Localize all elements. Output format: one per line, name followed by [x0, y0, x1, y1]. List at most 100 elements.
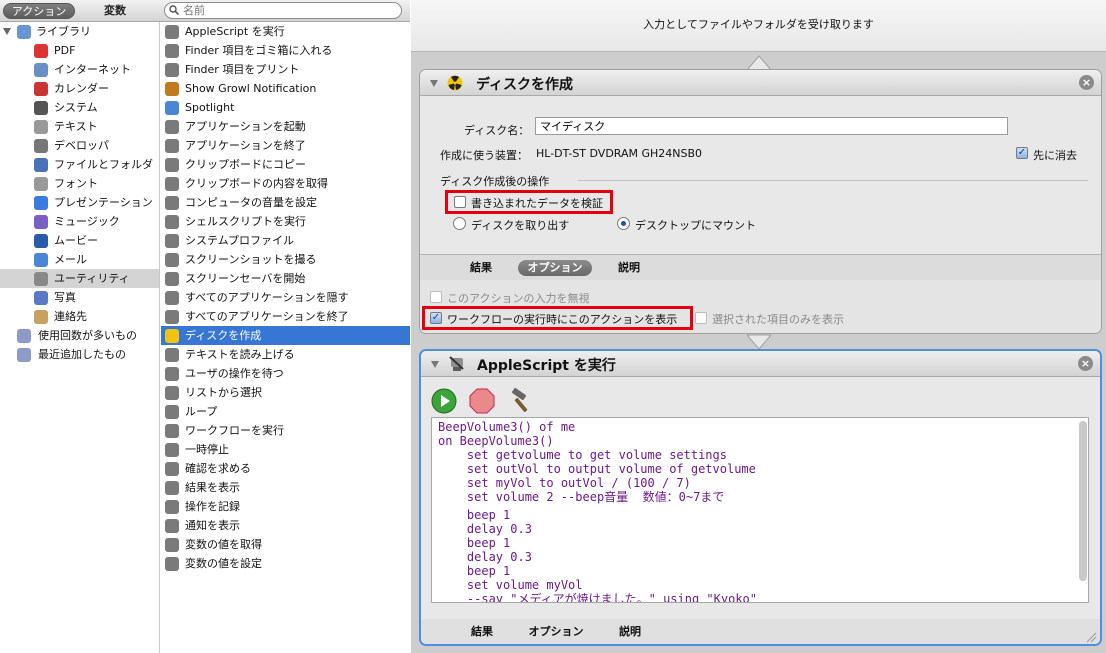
device-label: 作成に使う装置： — [440, 149, 528, 162]
search-input[interactable] — [183, 4, 397, 17]
eject-radio[interactable] — [453, 217, 466, 230]
action-item[interactable]: コンピュータの音量を設定 — [161, 193, 410, 212]
tab-options[interactable]: オプション — [519, 624, 593, 640]
calendar-icon — [34, 82, 48, 96]
action-item[interactable]: すべてのアプリケーションを終了 — [161, 307, 410, 326]
action-item[interactable]: ループ — [161, 402, 410, 421]
library-item-files-folders[interactable]: ファイルとフォルダ — [0, 155, 159, 174]
library-item-pdf[interactable]: PDF — [0, 41, 159, 60]
mail-icon — [34, 253, 48, 267]
action-item[interactable]: アプリケーションを起動 — [161, 117, 410, 136]
ignore-input-checkbox[interactable] — [430, 291, 442, 303]
action-icon — [165, 177, 179, 191]
pdf-icon — [34, 44, 48, 58]
action-header[interactable]: AppleScript を実行 × — [421, 351, 1100, 377]
close-icon[interactable]: × — [1079, 75, 1094, 90]
search-field[interactable] — [164, 2, 402, 19]
mount-radio[interactable] — [617, 217, 630, 230]
library-item-presentations[interactable]: プレゼンテーション — [0, 193, 159, 212]
action-item[interactable]: 結果を表示 — [161, 478, 410, 497]
script-editor[interactable]: BeepVolume3() of me on BeepVolume3() set … — [431, 417, 1089, 603]
show-when-run-checkbox[interactable]: ✓ — [430, 312, 442, 324]
action-item[interactable]: Finder 項目をプリント — [161, 60, 410, 79]
action-item[interactable]: ディスクを作成 — [161, 326, 410, 345]
action-icon — [165, 462, 179, 476]
tab-options[interactable]: オプション — [518, 260, 592, 276]
radiation-icon — [447, 75, 463, 91]
action-item[interactable]: 操作を記録 — [161, 497, 410, 516]
action-icon — [165, 329, 179, 343]
tab-results[interactable]: 結果 — [466, 260, 496, 276]
action-item[interactable]: 変数の値を設定 — [161, 554, 410, 573]
library-item-photos[interactable]: 写真 — [0, 288, 159, 307]
smart-group-0[interactable]: 使用回数が多いもの — [0, 326, 159, 345]
tab-description[interactable]: 説明 — [615, 624, 645, 640]
library-item-fonts[interactable]: フォント — [0, 174, 159, 193]
library-item-system[interactable]: システム — [0, 98, 159, 117]
action-item[interactable]: スクリーンショットを撮る — [161, 250, 410, 269]
action-item[interactable]: 確認を求める — [161, 459, 410, 478]
action-item[interactable]: アプリケーションを終了 — [161, 136, 410, 155]
action-icon — [165, 272, 179, 286]
library-item-mail[interactable]: メール — [0, 250, 159, 269]
tab-results[interactable]: 結果 — [467, 624, 497, 640]
library-item-developer[interactable]: デベロッパ — [0, 136, 159, 155]
library-item-text[interactable]: テキスト — [0, 117, 159, 136]
action-item[interactable]: システムプロファイル — [161, 231, 410, 250]
action-item[interactable]: シェルスクリプトを実行 — [161, 212, 410, 231]
action-item[interactable]: Spotlight — [161, 98, 410, 117]
action-item[interactable]: クリップボードの内容を取得 — [161, 174, 410, 193]
show-when-run-label: ワークフローの実行時にこのアクションを表示 — [447, 313, 678, 326]
scrollbar[interactable] — [1079, 421, 1087, 581]
action-icon — [165, 82, 179, 96]
library-item-internet[interactable]: インターネット — [0, 60, 159, 79]
action-item[interactable]: Finder 項目をゴミ箱に入れる — [161, 41, 410, 60]
selected-only-checkbox[interactable] — [695, 312, 707, 324]
verify-checkbox[interactable] — [454, 196, 466, 208]
action-icon — [165, 443, 179, 457]
device-select[interactable]: HL-DT-ST DVDRAM GH24NSB0 — [536, 147, 702, 160]
resize-handle-icon[interactable] — [1085, 631, 1097, 643]
tab-variables[interactable]: 変数 — [80, 3, 150, 19]
action-item[interactable]: スクリーンセーバを開始 — [161, 269, 410, 288]
erase-first-checkbox[interactable]: ✓ — [1016, 147, 1028, 159]
action-item[interactable]: 一時停止 — [161, 440, 410, 459]
run-icon[interactable] — [431, 388, 457, 414]
library-item-utilities[interactable]: ユーティリティ — [0, 269, 159, 288]
erase-first-label: 先に消去 — [1033, 149, 1077, 162]
action-item[interactable]: 変数の値を取得 — [161, 535, 410, 554]
collapse-triangle-icon[interactable] — [431, 361, 439, 368]
action-item[interactable]: Show Growl Notification — [161, 79, 410, 98]
compile-hammer-icon[interactable] — [507, 387, 535, 415]
code-line: delay 0.3 — [438, 522, 532, 536]
action-header[interactable]: ディスクを作成 × — [420, 70, 1101, 96]
disclosure-triangle-icon[interactable] — [3, 28, 11, 35]
mount-label: デスクトップにマウント — [635, 219, 756, 232]
action-item[interactable]: ユーザの操作を待つ — [161, 364, 410, 383]
developer-icon — [34, 139, 48, 153]
action-item[interactable]: AppleScript を実行 — [161, 22, 410, 41]
eject-label: ディスクを取り出す — [471, 219, 570, 232]
photos-icon — [34, 291, 48, 305]
stop-icon[interactable] — [469, 388, 495, 414]
close-icon[interactable]: × — [1078, 356, 1093, 371]
disk-name-input[interactable] — [535, 117, 1008, 135]
library-item-contacts[interactable]: 連絡先 — [0, 307, 159, 326]
action-item[interactable]: すべてのアプリケーションを隠す — [161, 288, 410, 307]
tab-actions[interactable]: アクション — [3, 3, 75, 19]
action-item[interactable]: リストから選択 — [161, 383, 410, 402]
tab-description[interactable]: 説明 — [614, 260, 644, 276]
action-item[interactable]: テキストを読み上げる — [161, 345, 410, 364]
movies-icon — [34, 234, 48, 248]
collapse-triangle-icon[interactable] — [430, 80, 438, 87]
action-item[interactable]: クリップボードにコピー — [161, 155, 410, 174]
action-icon — [165, 405, 179, 419]
library-root[interactable]: ライブラリ — [0, 22, 159, 41]
library-item-movies[interactable]: ムービー — [0, 231, 159, 250]
code-line: beep 1 — [438, 536, 511, 550]
smart-group-1[interactable]: 最近追加したもの — [0, 345, 159, 364]
library-item-calendar[interactable]: カレンダー — [0, 79, 159, 98]
library-item-music[interactable]: ミュージック — [0, 212, 159, 231]
action-item[interactable]: 通知を表示 — [161, 516, 410, 535]
action-item[interactable]: ワークフローを実行 — [161, 421, 410, 440]
